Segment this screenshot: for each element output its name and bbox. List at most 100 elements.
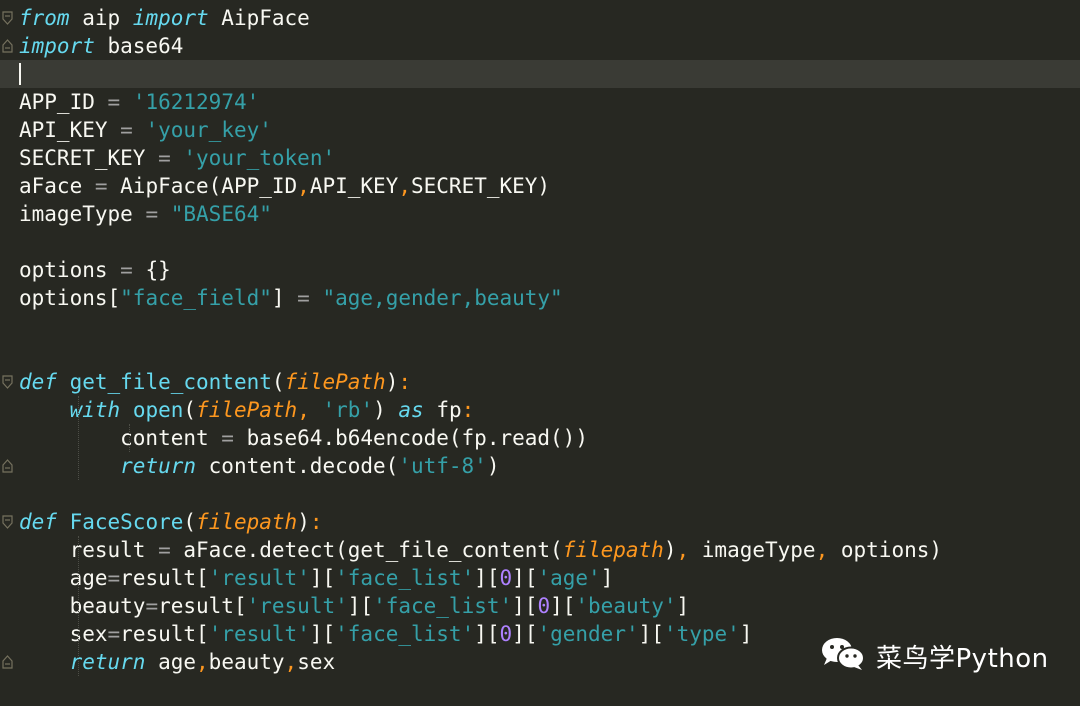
code-text: beauty=result['result']['face_list'][0][… bbox=[19, 592, 690, 620]
code-line-22[interactable]: beauty=result['result']['face_list'][0][… bbox=[0, 592, 1080, 620]
token: content bbox=[19, 426, 222, 450]
code-line-9[interactable] bbox=[0, 228, 1080, 256]
indent-guide bbox=[129, 424, 131, 452]
token: 'age' bbox=[537, 566, 601, 590]
code-line-12[interactable] bbox=[0, 312, 1080, 340]
token: ( bbox=[271, 370, 285, 394]
token: filePath bbox=[284, 370, 386, 394]
code-line-15[interactable]: with open(filePath, 'rb') as fp: bbox=[0, 396, 1080, 424]
code-line-7[interactable]: aFace = AipFace(APP_ID,API_KEY,SECRET_KE… bbox=[0, 172, 1080, 200]
code-line-19[interactable]: def FaceScore(filepath): bbox=[0, 508, 1080, 536]
code-line-6[interactable]: SECRET_KEY = 'your_token' bbox=[0, 144, 1080, 172]
code-text: return age,beauty,sex bbox=[19, 648, 336, 676]
code-text: import base64 bbox=[19, 32, 183, 60]
token: = bbox=[145, 202, 159, 226]
token: ][ bbox=[550, 594, 576, 618]
code-text: age=result['result']['face_list'][0]['ag… bbox=[19, 564, 614, 592]
token: : bbox=[309, 510, 323, 534]
fold-collapse-icon[interactable] bbox=[2, 11, 13, 25]
token: ][ bbox=[512, 566, 538, 590]
token: result[ bbox=[158, 594, 247, 618]
token: ( bbox=[183, 510, 197, 534]
code-line-3[interactable] bbox=[0, 60, 1080, 88]
token: = bbox=[145, 594, 159, 618]
fold-end-icon[interactable] bbox=[2, 655, 13, 669]
token: return bbox=[120, 454, 197, 478]
token: base64.b64encode(fp.read()) bbox=[233, 426, 588, 450]
token: ][ bbox=[512, 594, 538, 618]
token: imageType bbox=[19, 202, 146, 226]
token: fp bbox=[423, 398, 462, 422]
code-line-17[interactable]: return content.decode('utf-8') bbox=[0, 452, 1080, 480]
code-text: APP_ID = '16212974' bbox=[19, 88, 259, 116]
token: ][ bbox=[474, 566, 500, 590]
fold-collapse-icon[interactable] bbox=[2, 515, 13, 529]
token: def bbox=[19, 370, 57, 394]
token: result bbox=[19, 538, 159, 562]
token: options) bbox=[828, 538, 943, 562]
text-cursor bbox=[19, 63, 21, 85]
token: = bbox=[107, 566, 121, 590]
token: from bbox=[19, 6, 70, 30]
token: ) bbox=[373, 398, 399, 422]
token: = bbox=[107, 90, 121, 114]
indent-guide bbox=[78, 536, 79, 676]
token: , bbox=[297, 398, 310, 422]
token: aFace bbox=[19, 174, 95, 198]
token: def bbox=[19, 510, 57, 534]
token: AipFace(APP_ID bbox=[107, 174, 298, 198]
token: ][ bbox=[474, 622, 500, 646]
code-line-5[interactable]: API_KEY = 'your_key' bbox=[0, 116, 1080, 144]
code-line-11[interactable]: options["face_field"] = "age,gender,beau… bbox=[0, 284, 1080, 312]
code-text: aFace = AipFace(APP_ID,API_KEY,SECRET_KE… bbox=[19, 172, 550, 200]
token: 0 bbox=[499, 622, 513, 646]
code-text: API_KEY = 'your_key' bbox=[19, 116, 272, 144]
token: SECRET_KEY) bbox=[411, 174, 551, 198]
code-line-8[interactable]: imageType = "BASE64" bbox=[0, 200, 1080, 228]
code-line-1[interactable]: from aip import AipFace bbox=[0, 4, 1080, 32]
code-line-2[interactable]: import base64 bbox=[0, 32, 1080, 60]
token: = bbox=[107, 622, 121, 646]
indent-guide bbox=[78, 396, 79, 480]
token: base64 bbox=[94, 34, 184, 58]
code-line-14[interactable]: def get_file_content(filePath): bbox=[0, 368, 1080, 396]
fold-end-icon[interactable] bbox=[2, 39, 13, 53]
token: sex bbox=[19, 622, 108, 646]
code-line-13[interactable] bbox=[0, 340, 1080, 368]
token: , bbox=[297, 174, 310, 198]
token: ) bbox=[663, 538, 677, 562]
token: age bbox=[145, 650, 197, 674]
code-line-4[interactable]: APP_ID = '16212974' bbox=[0, 88, 1080, 116]
code-line-18[interactable] bbox=[0, 480, 1080, 508]
token: , bbox=[284, 650, 298, 674]
token: options[ bbox=[19, 286, 121, 310]
fold-end-icon[interactable] bbox=[2, 459, 13, 473]
fold-collapse-icon[interactable] bbox=[2, 375, 13, 389]
code-line-16[interactable]: content = base64.b64encode(fp.read()) bbox=[0, 424, 1080, 452]
token: APP_ID bbox=[19, 90, 108, 114]
code-editor[interactable]: from aip import AipFace import base64 APP_… bbox=[0, 0, 1080, 706]
code-text: options["face_field"] = "age,gender,beau… bbox=[19, 284, 563, 312]
code-line-10[interactable]: options = {} bbox=[0, 256, 1080, 284]
token: API_KEY bbox=[19, 118, 121, 142]
code-text: sex=result['result']['face_list'][0]['ge… bbox=[19, 620, 753, 648]
code-line-20[interactable]: result = aFace.detect(get_file_content(f… bbox=[0, 536, 1080, 564]
token: ) bbox=[385, 370, 399, 394]
token: filePath bbox=[196, 398, 298, 422]
code-text: content = base64.b64encode(fp.read()) bbox=[19, 424, 588, 452]
token: filepath bbox=[196, 510, 298, 534]
code-text: def FaceScore(filepath): bbox=[19, 508, 323, 536]
code-line-21[interactable]: age=result['result']['face_list'][0]['ag… bbox=[0, 564, 1080, 592]
token: options bbox=[19, 258, 121, 282]
watermark-label: 菜鸟学Python bbox=[876, 643, 1049, 674]
token: 'beauty' bbox=[575, 594, 677, 618]
token: FaceScore bbox=[69, 510, 184, 534]
token: sex bbox=[297, 650, 336, 674]
token: ][ bbox=[347, 594, 374, 618]
